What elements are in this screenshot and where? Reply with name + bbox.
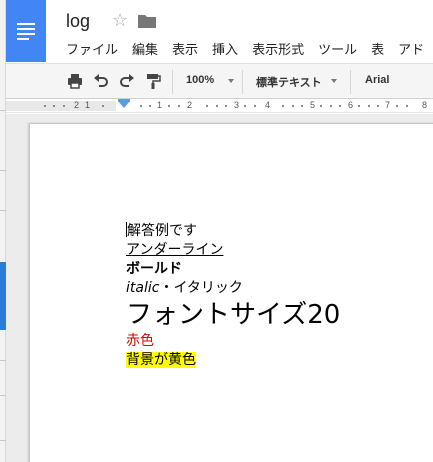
ruler-number: 2 — [187, 100, 193, 110]
ruler-margin — [6, 101, 116, 111]
ruler-number: 3 — [234, 100, 240, 110]
style-dropdown-icon[interactable] — [331, 79, 337, 83]
ruler-number: 8 — [422, 100, 428, 110]
paint-format-icon[interactable] — [144, 72, 162, 90]
paragraph-style-select[interactable]: 標準テキスト — [256, 74, 322, 90]
left-indent-handle[interactable] — [118, 101, 130, 108]
ruler-number: 4 — [265, 100, 271, 110]
star-icon[interactable]: ☆ — [112, 11, 128, 29]
font-select[interactable]: Arial — [365, 74, 389, 86]
toolbar: 100% 標準テキスト Arial — [6, 63, 433, 99]
ruler-number: 5 — [310, 100, 316, 110]
document-canvas: 解答例です アンダーライン ボールド italic・イタリック フォントサイズ2… — [6, 114, 433, 462]
docs-logo-icon[interactable] — [6, 0, 46, 62]
paragraph-italic: italic・イタリック — [126, 280, 243, 296]
menu-edit[interactable]: 編集 — [132, 39, 158, 58]
ruler[interactable]: 2 1 1 2 3 4 5 6 7 8 — [6, 99, 433, 113]
document-page[interactable]: 解答例です アンダーライン ボールド italic・イタリック フォントサイズ2… — [29, 123, 433, 462]
menu-insert[interactable]: 挿入 — [212, 39, 238, 58]
menu-bar: ファイル 編集 表示 挿入 表示形式 ツール 表 アド — [66, 39, 433, 58]
paragraph-bold: ボールド — [126, 261, 182, 277]
zoom-select[interactable]: 100% — [186, 74, 214, 86]
menu-table[interactable]: 表 — [371, 39, 384, 58]
ruler-number: 1 — [85, 100, 91, 110]
folder-icon[interactable] — [138, 14, 156, 28]
toolbar-divider — [350, 70, 351, 94]
ruler-number: 6 — [348, 100, 354, 110]
paragraph-font-size-20: フォントサイズ20 — [126, 300, 341, 330]
menu-view[interactable]: 表示 — [172, 39, 198, 58]
redo-icon[interactable] — [118, 72, 136, 90]
menu-file[interactable]: ファイル — [66, 39, 118, 58]
paragraph-plain: 解答例です — [126, 222, 197, 239]
ruler-number: 7 — [385, 100, 391, 110]
menu-tools[interactable]: ツール — [318, 39, 357, 58]
ruler-number: 2 — [74, 100, 80, 110]
document-title[interactable]: log — [66, 11, 90, 32]
paragraph-underline: アンダーライン — [126, 242, 224, 258]
paragraph-red-text: 赤色 — [126, 333, 154, 349]
print-icon[interactable] — [66, 72, 84, 90]
toolbar-divider — [242, 70, 243, 94]
paragraph-highlight: 背景が黄色 — [126, 352, 196, 368]
undo-icon[interactable] — [92, 72, 110, 90]
document-body[interactable]: 解答例です アンダーライン ボールド italic・イタリック フォントサイズ2… — [126, 222, 340, 370]
zoom-dropdown-icon[interactable] — [228, 79, 234, 83]
docs-header: log ☆ ファイル 編集 表示 挿入 表示形式 ツール 表 アド — [6, 0, 433, 63]
ruler-number: 1 — [157, 100, 163, 110]
menu-format[interactable]: 表示形式 — [252, 39, 304, 58]
toolbar-divider — [172, 70, 173, 94]
menu-addons[interactable]: アド — [398, 39, 424, 58]
